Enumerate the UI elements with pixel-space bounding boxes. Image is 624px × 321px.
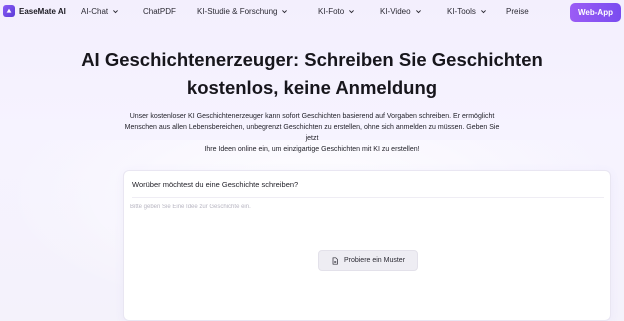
web-app-button[interactable]: Web-App xyxy=(570,3,621,22)
nav-item-label: KI-Tools xyxy=(447,7,476,16)
nav-item-label: KI-Foto xyxy=(318,7,345,16)
nav-item-ai-chat[interactable]: AI-Chat xyxy=(81,7,119,16)
nav-item-label: Preise xyxy=(506,7,529,16)
page-subtitle-line-3: Ihre Ideen online ein, um einzigartige G… xyxy=(204,146,420,153)
chevron-down-icon xyxy=(480,10,486,14)
chevron-down-icon xyxy=(349,10,355,14)
nav-item-preise[interactable]: Preise xyxy=(506,7,529,16)
story-prompt-label: Worüber möchtest du eine Geschichte schr… xyxy=(132,180,299,189)
chevron-down-icon xyxy=(282,10,288,14)
page-subtitle-line-2: Menschen aus allen Lebensbereichen, unbe… xyxy=(124,124,500,142)
page-subtitle-line-1: Unser kostenloser KI Geschichtenerzeuger… xyxy=(129,113,495,120)
story-idea-input[interactable] xyxy=(130,200,606,214)
nav-item-label: KI-Studie & Forschung xyxy=(197,7,278,16)
nav-item-label: AI-Chat xyxy=(81,7,109,16)
page-title-line-1: AI Geschichtenerzeuger: Schreiben Sie Ge… xyxy=(81,49,543,70)
brand-name: EaseMate AI xyxy=(19,6,66,16)
nav-item-ki-foto[interactable]: KI-Foto xyxy=(318,7,355,16)
try-example-button[interactable]: Probiere ein Muster xyxy=(318,250,418,271)
nav-item-ki-video[interactable]: KI-Video xyxy=(380,7,422,16)
top-nav: EaseMate AI AI-Chat ChatPDF KI-Studie & … xyxy=(0,0,624,24)
story-input-card: Worüber möchtest du eine Geschichte schr… xyxy=(123,170,611,321)
document-icon xyxy=(332,256,338,265)
nav-item-label: KI-Video xyxy=(380,7,411,16)
page-title-line-2: kostenlos, keine Anmeldung xyxy=(186,77,438,98)
nav-item-label: ChatPDF xyxy=(143,7,176,16)
page-title: AI Geschichtenerzeuger: Schreiben Sie Ge… xyxy=(0,46,624,102)
nav-item-chatpdf[interactable]: ChatPDF xyxy=(143,7,176,16)
brand-logo[interactable]: EaseMate AI xyxy=(3,5,66,17)
divider xyxy=(132,197,604,198)
brand-logo-icon xyxy=(3,5,15,17)
page-subtitle: Unser kostenloser KI Geschichtenerzeuger… xyxy=(118,111,506,155)
try-example-label: Probiere ein Muster xyxy=(343,257,406,264)
chevron-down-icon xyxy=(415,10,421,14)
chevron-down-icon xyxy=(113,10,119,14)
nav-item-ki-studie[interactable]: KI-Studie & Forschung xyxy=(197,7,288,16)
nav-item-ki-tools[interactable]: KI-Tools xyxy=(447,7,487,16)
